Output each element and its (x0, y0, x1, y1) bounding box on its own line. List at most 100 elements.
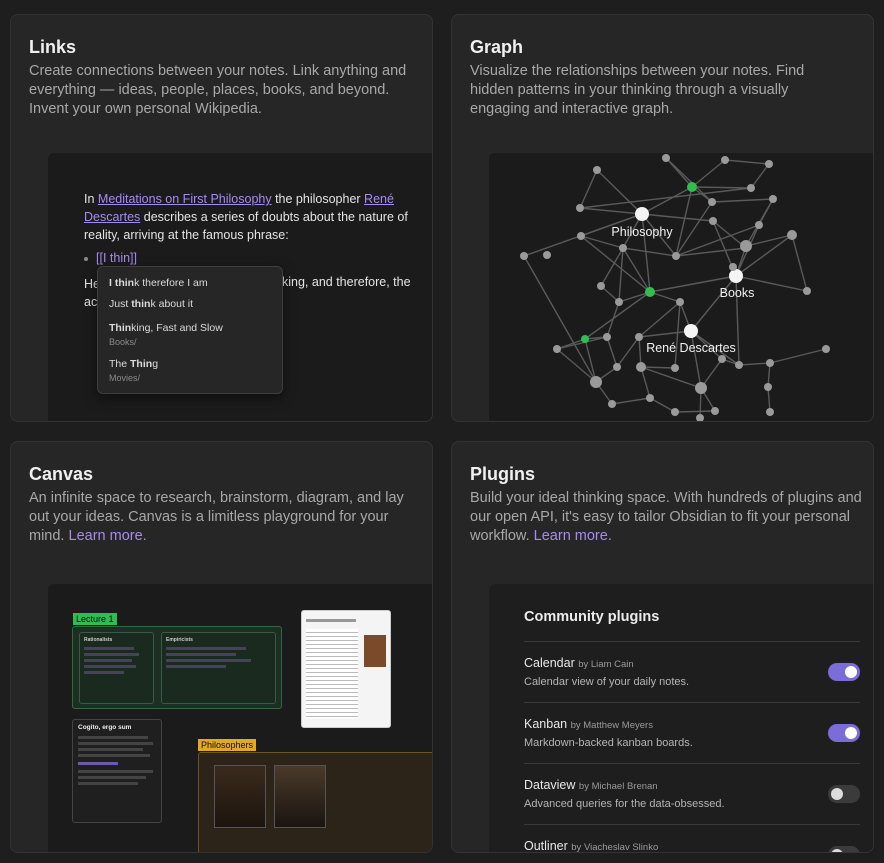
canvas-learn-more-link[interactable]: Learn more. (69, 528, 147, 544)
toggle-dataview[interactable] (828, 785, 860, 803)
graph-node[interactable] (671, 408, 679, 416)
graph-node[interactable] (765, 160, 773, 168)
plugin-row-outliner: Outliner by Viacheslav Slinko (524, 824, 860, 853)
link-meditations[interactable]: Meditations on First Philosophy (98, 192, 272, 206)
graph-node[interactable] (597, 282, 605, 290)
graph-node[interactable] (822, 345, 830, 353)
graph-node[interactable] (635, 207, 649, 221)
graph-edge (711, 198, 774, 203)
graph-edge (769, 348, 827, 364)
cogito-card[interactable]: Cogito, ergo sum (72, 719, 162, 823)
graph-node[interactable] (662, 154, 670, 162)
graph-node[interactable] (764, 383, 772, 391)
canvas-preview[interactable]: Lecture 1 Rationalists Empiricists Cogit… (48, 584, 432, 852)
wikipedia-page-card[interactable] (301, 610, 391, 728)
graph-node[interactable] (803, 287, 811, 295)
graph-node[interactable] (613, 363, 621, 371)
graph-node[interactable] (787, 230, 797, 240)
graph-node[interactable] (695, 382, 707, 394)
graph-edge (750, 163, 770, 189)
links-sample-paragraph: In Meditations on First Philosophy the p… (84, 190, 414, 244)
suggestion-item[interactable]: Just think about it (109, 298, 193, 310)
links-editor-preview: In Meditations on First Philosophy the p… (48, 153, 432, 421)
links-description: Create connections between your notes. L… (29, 63, 407, 117)
graph-node[interactable] (687, 182, 697, 192)
empiricists-card[interactable]: Empiricists (161, 632, 276, 704)
graph-node[interactable] (684, 324, 698, 338)
graph-node[interactable] (593, 166, 601, 174)
graph-node[interactable] (711, 407, 719, 415)
graph-edge (580, 235, 651, 293)
graph-node[interactable] (581, 335, 589, 343)
graph-node[interactable] (635, 333, 643, 341)
graph-node[interactable] (769, 195, 777, 203)
graph-node[interactable] (615, 298, 623, 306)
graph-node[interactable] (766, 408, 774, 416)
graph-node[interactable] (718, 355, 726, 363)
graph-edge (691, 186, 752, 189)
graph-edge (611, 397, 651, 405)
graph-node[interactable] (676, 298, 684, 306)
plugin-row-kanban: Kanban by Matthew Meyers Markdown-backed… (524, 702, 860, 763)
suggestion-item[interactable]: Thinking, Fast and Slow Books/ (109, 322, 223, 347)
plugin-name: Calendar (524, 656, 575, 670)
graph-node[interactable] (755, 221, 763, 229)
graph-node[interactable] (721, 156, 729, 164)
graph-edge (640, 366, 702, 389)
typed-link[interactable]: [[I thin]] (96, 251, 137, 265)
graph-node[interactable] (646, 394, 654, 402)
graph-edge (622, 247, 677, 257)
plugin-row-dataview: Dataview by Michael Brenan Advanced quer… (524, 763, 860, 824)
graph-edge (674, 410, 716, 413)
lecture-group[interactable]: Rationalists Empiricists (72, 626, 282, 709)
graph-node[interactable] (619, 244, 627, 252)
graph-node[interactable] (645, 287, 655, 297)
rationalists-card[interactable]: Rationalists (79, 632, 154, 704)
graph-node[interactable] (543, 251, 551, 259)
graph-node[interactable] (729, 263, 737, 271)
graph-node[interactable] (729, 269, 743, 283)
graph-edge (791, 234, 808, 292)
graph-node[interactable] (520, 252, 528, 260)
graph-edge (596, 169, 643, 215)
toggle-kanban[interactable] (828, 724, 860, 742)
plugins-learn-more-link[interactable]: Learn more. (534, 528, 612, 544)
graph-node[interactable] (709, 217, 717, 225)
graph-edge (691, 159, 726, 188)
graph-node[interactable] (576, 204, 584, 212)
philosophers-group[interactable] (198, 752, 432, 852)
graph-node[interactable] (766, 359, 774, 367)
graph-node[interactable] (553, 345, 561, 353)
graph-edge (606, 336, 618, 368)
graph-edge (758, 198, 774, 226)
plugins-title: Plugins (470, 464, 536, 484)
typed-link-bullet[interactable]: [[I thin]] (84, 251, 137, 265)
graph-node[interactable] (590, 376, 602, 388)
graph-edge (690, 275, 737, 332)
graph-node[interactable] (696, 414, 704, 422)
graph-label-descartes: René Descartes (646, 341, 736, 355)
graph-edge (579, 207, 643, 215)
suggestion-item[interactable]: The Thing Movies/ (109, 358, 158, 383)
graph-node[interactable] (672, 252, 680, 260)
community-plugins-title: Community plugins (524, 609, 660, 625)
spinoza-portrait (274, 765, 326, 828)
graph-node[interactable] (671, 364, 679, 372)
toggle-calendar[interactable] (828, 663, 860, 681)
graph-edge (618, 247, 624, 303)
plugin-name: Outliner (524, 839, 568, 853)
links-title: Links (29, 37, 77, 57)
graph-node[interactable] (636, 362, 646, 372)
toggle-outliner[interactable] (828, 846, 860, 852)
graph-view[interactable]: Philosophy Books René Descartes (489, 153, 874, 422)
graph-node[interactable] (708, 198, 716, 206)
graph-node[interactable] (603, 333, 611, 341)
graph-node[interactable] (735, 361, 743, 369)
suggestion-item[interactable]: I think therefore I am (109, 277, 208, 289)
graph-node[interactable] (747, 184, 755, 192)
graph-network[interactable]: Philosophy Books René Descartes (489, 153, 874, 422)
graph-edge (724, 159, 770, 165)
graph-node[interactable] (608, 400, 616, 408)
graph-node[interactable] (740, 240, 752, 252)
graph-node[interactable] (577, 232, 585, 240)
